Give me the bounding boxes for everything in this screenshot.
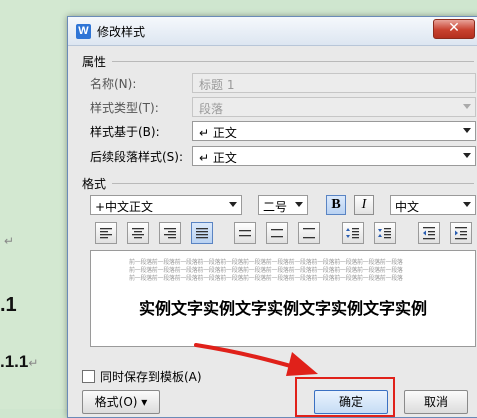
annotation-highlight-box <box>295 377 395 417</box>
annotation-arrow <box>194 343 318 376</box>
